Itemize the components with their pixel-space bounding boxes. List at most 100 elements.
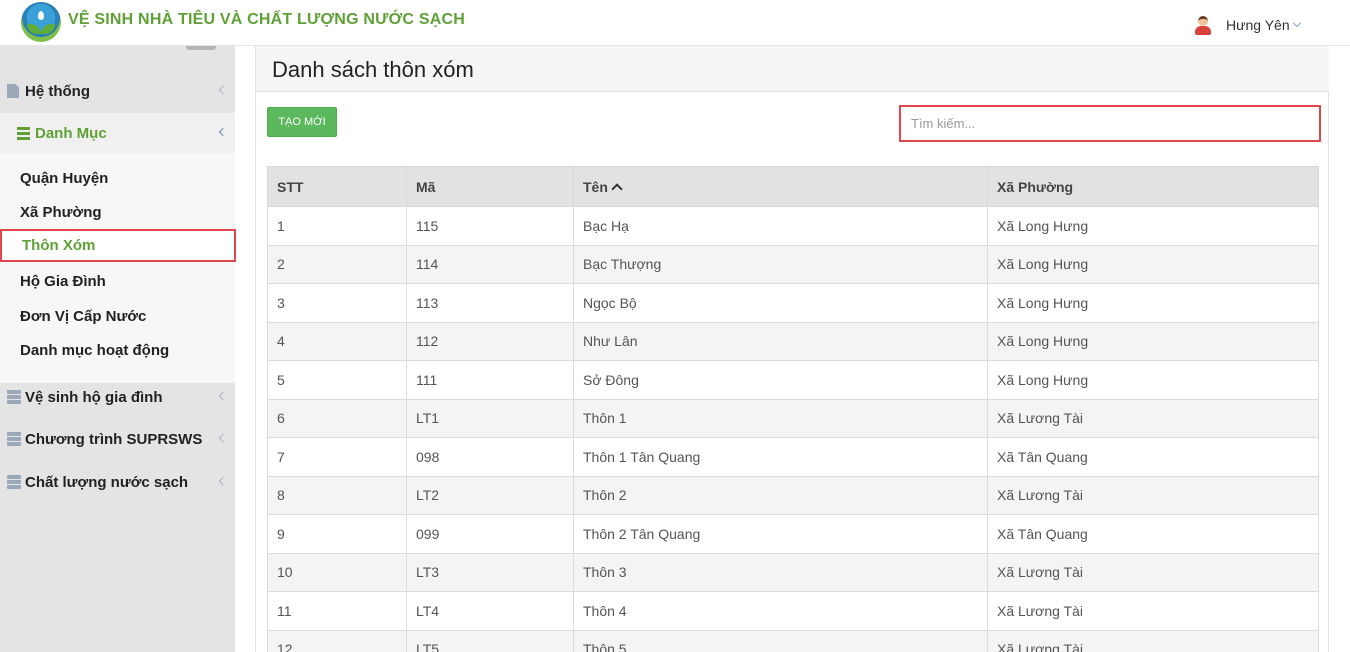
- sidebar-item-chat-luong-nuoc-sach[interactable]: Chất lượng nước sạch: [0, 462, 235, 502]
- chevron-left-icon: [218, 391, 228, 401]
- bars-icon: [17, 126, 30, 140]
- cell-stt: 8: [267, 475, 407, 515]
- chevron-left-icon: [218, 433, 228, 443]
- sidebar-item-label: Hệ thống: [25, 82, 90, 100]
- submenu-item-quan-huyen[interactable]: Quận Huyện: [20, 170, 108, 187]
- cell-xa-phuong: Xã Lương Tài: [987, 552, 1319, 592]
- cell-xa-phuong: Xã Long Hưng: [987, 283, 1319, 323]
- submenu-item-ho-gia-dinh[interactable]: Hộ Gia Đình: [20, 273, 106, 290]
- cell-stt: 9: [267, 514, 407, 554]
- user-menu[interactable]: Hưng Yên: [1193, 14, 1301, 36]
- table-row[interactable]: 12 LT5 Thôn 5 Xã Lương Tài: [267, 629, 1319, 652]
- table-header-row: STT Mã Tên Xã Phường: [267, 166, 1319, 207]
- submenu-item-danh-muc-hoat-dong[interactable]: Danh mục hoạt động: [20, 342, 169, 359]
- column-header-label: Tên: [583, 178, 608, 195]
- submenu-item-xa-phuong[interactable]: Xã Phường: [20, 204, 102, 221]
- cell-ma: 099: [406, 514, 574, 554]
- column-header-stt[interactable]: STT: [267, 166, 407, 207]
- server-icon: [7, 390, 21, 404]
- table-row[interactable]: 3 113 Ngọc Bộ Xã Long Hưng: [267, 283, 1319, 323]
- cell-ten: Bạc Thượng: [573, 244, 988, 284]
- sidebar-toggle[interactable]: [186, 46, 216, 50]
- cell-stt: 2: [267, 244, 407, 284]
- cell-ma: 112: [406, 321, 574, 361]
- cell-ten: Thôn 4: [573, 591, 988, 631]
- cell-ma: LT2: [406, 475, 574, 515]
- table-row[interactable]: 10 LT3 Thôn 3 Xã Lương Tài: [267, 552, 1319, 592]
- cell-ten: Ngọc Bộ: [573, 283, 988, 323]
- cell-stt: 1: [267, 206, 407, 246]
- submenu-item-thon-xom[interactable]: Thôn Xóm: [0, 229, 236, 262]
- table-body: 1 115 Bạc Hạ Xã Long Hưng 2 114 Bạc Thượng Xã L…: [267, 206, 1319, 652]
- cell-xa-phuong: Xã Tân Quang: [987, 437, 1319, 477]
- cell-ma: 115: [406, 206, 574, 246]
- table-row[interactable]: 5 111 Sở Đông Xã Long Hưng: [267, 360, 1319, 400]
- cell-stt: 5: [267, 360, 407, 400]
- table-row[interactable]: 6 LT1 Thôn 1 Xã Lương Tài: [267, 398, 1319, 438]
- cell-ma: 114: [406, 244, 574, 284]
- table-row[interactable]: 2 114 Bạc Thượng Xã Long Hưng: [267, 244, 1319, 284]
- table-row[interactable]: 11 LT4 Thôn 4 Xã Lương Tài: [267, 591, 1319, 631]
- table-row[interactable]: 4 112 Như Lân Xã Long Hưng: [267, 321, 1319, 361]
- cell-ten: Thôn 1: [573, 398, 988, 438]
- app-title[interactable]: VỆ SINH NHÀ TIÊU VÀ CHẤT LƯỢNG NƯỚC SẠCH: [68, 11, 465, 29]
- main-content: Danh sách thôn xóm TẠO MỚI STT Mã Tên Xã…: [255, 46, 1329, 652]
- sidebar-item-chuong-trinh-suprsws[interactable]: Chương trình SUPRSWS: [0, 419, 235, 459]
- server-icon: [7, 432, 21, 446]
- submenu-danh-muc: Quận Huyện Xã Phường Thôn Xóm Hộ Gia Đìn…: [0, 153, 236, 383]
- cell-stt: 3: [267, 283, 407, 323]
- app-logo-icon[interactable]: [21, 2, 61, 42]
- create-new-button[interactable]: TẠO MỚI: [267, 107, 337, 137]
- cell-ten: Thôn 5: [573, 629, 988, 652]
- sidebar: Hệ thống Danh Mục Quận Huyện Xã Phường T…: [0, 46, 236, 652]
- table-row[interactable]: 8 LT2 Thôn 2 Xã Lương Tài: [267, 475, 1319, 515]
- server-icon: [7, 475, 21, 489]
- column-header-ten[interactable]: Tên: [573, 166, 988, 207]
- cell-stt: 6: [267, 398, 407, 438]
- cell-xa-phuong: Xã Tân Quang: [987, 514, 1319, 554]
- table-row[interactable]: 7 098 Thôn 1 Tân Quang Xã Tân Quang: [267, 437, 1319, 477]
- cell-xa-phuong: Xã Long Hưng: [987, 360, 1319, 400]
- cell-ten: Sở Đông: [573, 360, 988, 400]
- cell-stt: 4: [267, 321, 407, 361]
- sidebar-item-label: Chương trình SUPRSWS: [25, 430, 203, 448]
- cell-ten: Thôn 1 Tân Quang: [573, 437, 988, 477]
- cell-ten: Thôn 2 Tân Quang: [573, 514, 988, 554]
- table-row[interactable]: 9 099 Thôn 2 Tân Quang Xã Tân Quang: [267, 514, 1319, 554]
- sidebar-item-ve-sinh-ho-gia-dinh[interactable]: Vệ sinh hộ gia đình: [0, 377, 235, 417]
- search-box: [899, 105, 1321, 142]
- cell-ten: Như Lân: [573, 321, 988, 361]
- cell-ma: LT1: [406, 398, 574, 438]
- cell-stt: 11: [267, 591, 407, 631]
- column-header-ma[interactable]: Mã: [406, 166, 574, 207]
- page-header: Danh sách thôn xóm: [256, 46, 1329, 92]
- file-icon: [7, 84, 19, 98]
- user-avatar-icon: [1193, 15, 1213, 35]
- sidebar-item-label: Chất lượng nước sạch: [25, 473, 189, 491]
- chevron-left-icon: [218, 127, 228, 137]
- column-header-xa-phuong[interactable]: Xã Phường: [987, 166, 1319, 207]
- villages-table: STT Mã Tên Xã Phường 1 115 Bạc Hạ Xã Long H…: [267, 166, 1319, 652]
- sidebar-item-he-thong[interactable]: Hệ thống: [0, 71, 235, 111]
- cell-xa-phuong: Xã Long Hưng: [987, 206, 1319, 246]
- table-row[interactable]: 1 115 Bạc Hạ Xã Long Hưng: [267, 206, 1319, 246]
- cell-ten: Thôn 2: [573, 475, 988, 515]
- cell-xa-phuong: Xã Lương Tài: [987, 629, 1319, 652]
- sidebar-filler: [0, 502, 235, 652]
- chevron-down-icon: [1292, 18, 1301, 28]
- cell-xa-phuong: Xã Lương Tài: [987, 475, 1319, 515]
- cell-xa-phuong: Xã Long Hưng: [987, 244, 1319, 284]
- cell-ma: 111: [406, 360, 574, 400]
- cell-ma: 098: [406, 437, 574, 477]
- sidebar-item-label: Vệ sinh hộ gia đình: [25, 388, 163, 406]
- search-input[interactable]: [905, 111, 1315, 136]
- cell-stt: 10: [267, 552, 407, 592]
- cell-ma: LT4: [406, 591, 574, 631]
- cell-ma: 113: [406, 283, 574, 323]
- submenu-item-don-vi-cap-nuoc[interactable]: Đơn Vị Cấp Nước: [20, 308, 146, 325]
- cell-xa-phuong: Xã Long Hưng: [987, 321, 1319, 361]
- sidebar-item-danh-muc[interactable]: Danh Mục: [0, 113, 235, 153]
- cell-stt: 7: [267, 437, 407, 477]
- cell-ten: Thôn 3: [573, 552, 988, 592]
- page-title: Danh sách thôn xóm: [272, 57, 474, 82]
